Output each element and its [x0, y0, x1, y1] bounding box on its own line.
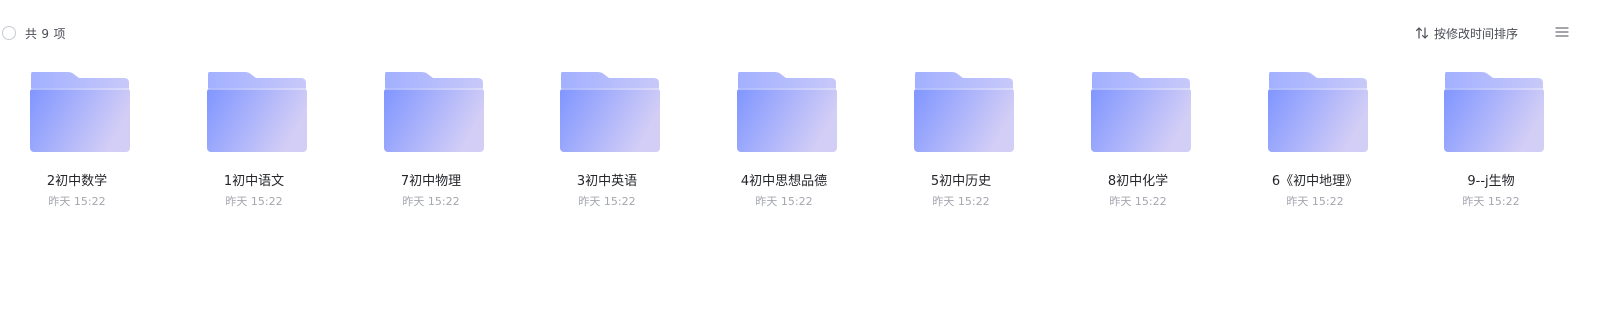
folder-item[interactable]: 2初中数学 昨天 15:22 — [2, 66, 152, 216]
folder-name: 1初中语文 — [223, 174, 285, 189]
item-count-label: 共 9 项 — [25, 26, 66, 41]
folder-icon — [560, 72, 660, 152]
folder-modified-time: 昨天 15:22 — [932, 195, 990, 208]
folder-icon — [1091, 72, 1191, 152]
folder-item[interactable]: 9--j生物 昨天 15:22 — [1416, 66, 1566, 216]
folder-name: 8初中化学 — [1107, 174, 1169, 189]
folder-grid: 2初中数学 昨天 15:22 1初中语文 昨天 15:22 7初中物理 昨天 1… — [0, 66, 1600, 216]
folder-item[interactable]: 7初中物理 昨天 15:22 — [356, 66, 506, 216]
folder-icon — [384, 72, 484, 152]
folder-modified-time: 昨天 15:22 — [402, 195, 460, 208]
folder-name: 6《初中地理》 — [1271, 174, 1359, 189]
folder-modified-time: 昨天 15:22 — [1286, 195, 1344, 208]
folder-icon — [30, 72, 130, 152]
folder-modified-time: 昨天 15:22 — [578, 195, 636, 208]
sort-button[interactable]: 按修改时间排序 — [1415, 24, 1518, 42]
folder-icon — [207, 72, 307, 152]
folder-name: 5初中历史 — [930, 174, 992, 189]
folder-item[interactable]: 6《初中地理》 昨天 15:22 — [1240, 66, 1390, 216]
sort-label: 按修改时间排序 — [1433, 26, 1518, 41]
folder-icon — [914, 72, 1014, 152]
folder-name: 7初中物理 — [400, 174, 462, 189]
folder-item[interactable]: 8初中化学 昨天 15:22 — [1063, 66, 1213, 216]
folder-modified-time: 昨天 15:22 — [755, 195, 813, 208]
folder-modified-time: 昨天 15:22 — [48, 195, 106, 208]
folder-modified-time: 昨天 15:22 — [1109, 195, 1167, 208]
folder-item[interactable]: 5初中历史 昨天 15:22 — [886, 66, 1036, 216]
folder-item[interactable]: 3初中英语 昨天 15:22 — [532, 66, 682, 216]
folder-icon — [737, 72, 837, 152]
folder-modified-time: 昨天 15:22 — [225, 195, 283, 208]
folder-icon — [1444, 72, 1544, 152]
folder-item[interactable]: 1初中语文 昨天 15:22 — [179, 66, 329, 216]
sort-arrows-icon — [1415, 27, 1429, 39]
folder-name: 4初中思想品德 — [740, 174, 828, 189]
list-view-icon[interactable] — [1555, 25, 1569, 39]
select-all-checkbox[interactable] — [2, 26, 16, 40]
folder-name: 9--j生物 — [1467, 174, 1515, 189]
folder-item[interactable]: 4初中思想品德 昨天 15:22 — [709, 66, 859, 216]
folder-name: 2初中数学 — [46, 174, 108, 189]
folder-name: 3初中英语 — [576, 174, 638, 189]
folder-icon — [1268, 72, 1368, 152]
select-all[interactable]: 共 9 项 — [0, 24, 66, 42]
folder-modified-time: 昨天 15:22 — [1462, 195, 1520, 208]
